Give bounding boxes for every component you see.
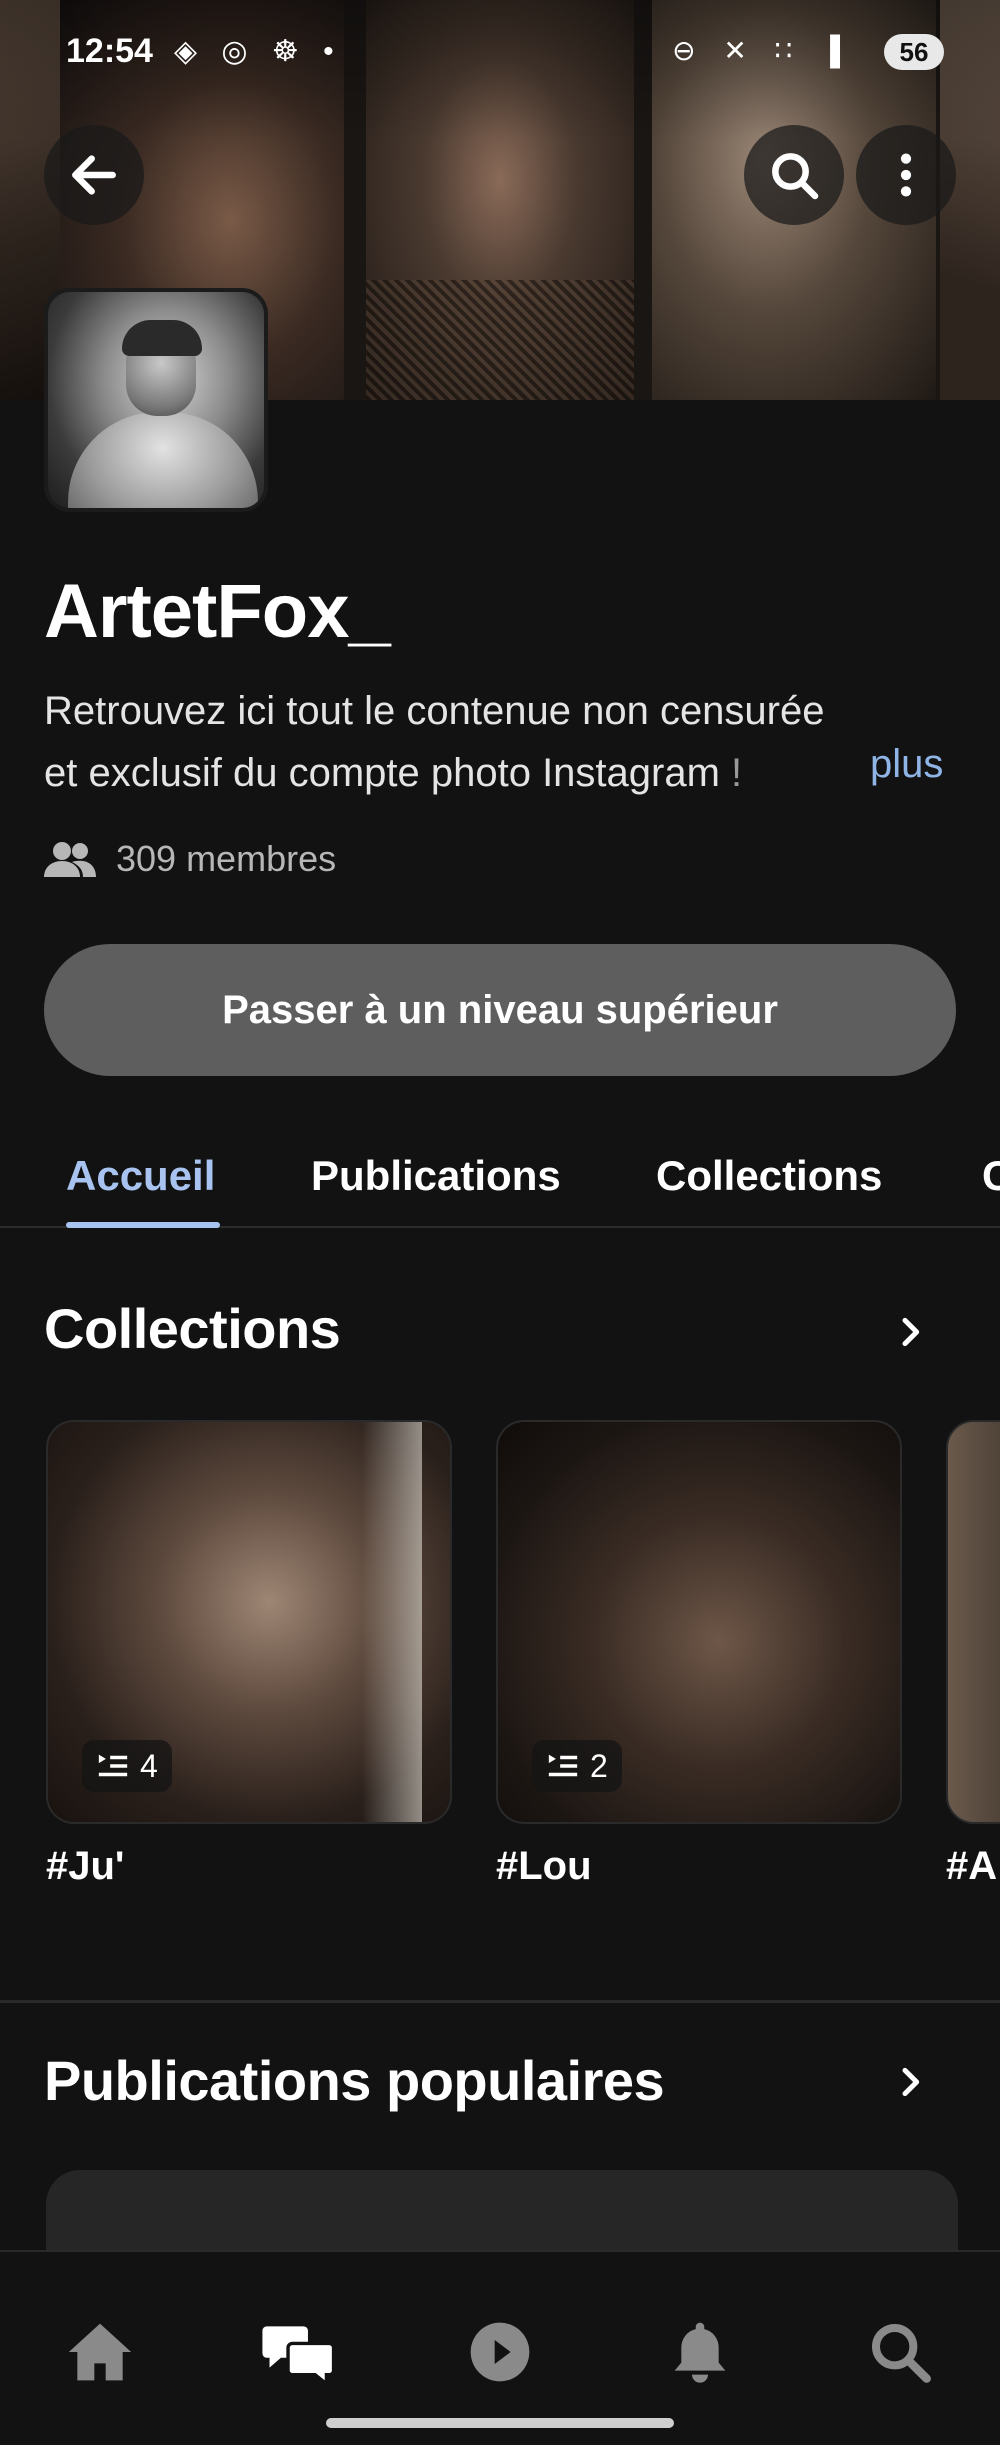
profile-avatar[interactable]: [44, 288, 268, 512]
list-icon: [548, 1754, 578, 1777]
collection-label[interactable]: #Ju': [46, 1844, 124, 1889]
status-time: 12:54: [66, 32, 153, 70]
nav-videos[interactable]: [460, 2312, 540, 2392]
collection-label[interactable]: #A: [946, 1844, 997, 1889]
search-button[interactable]: [744, 125, 844, 225]
popular-section-title: Publications populaires: [44, 2049, 665, 2112]
chat-icon: [262, 2326, 335, 2384]
description-line: Retrouvez ici tout le contenue non censu…: [44, 689, 825, 733]
item-count-badge: 2: [532, 1740, 622, 1792]
battery-indicator: 56: [884, 34, 944, 70]
chevron-right-icon[interactable]: [890, 1312, 930, 1352]
nav-home[interactable]: [60, 2312, 140, 2392]
more-options-button[interactable]: [856, 125, 956, 225]
item-count-badge: 4: [82, 1740, 172, 1792]
description-more-link[interactable]: plus: [870, 742, 943, 787]
section-divider: [0, 2000, 1000, 2003]
status-bar: 12:54 ◈ ◎ ☸ • ⊖ ✕ ∷ ▐ 56: [0, 0, 1000, 100]
profile-description: Retrouvez ici tout le contenue non censu…: [44, 680, 954, 804]
tab-collections[interactable]: Collections: [656, 1152, 882, 1200]
members-count[interactable]: 309 membres: [44, 838, 336, 880]
nav-chat[interactable]: [258, 2312, 338, 2392]
tab-publications[interactable]: Publications: [311, 1152, 561, 1200]
collection-label[interactable]: #Lou: [496, 1844, 592, 1889]
home-icon: [68, 2323, 132, 2381]
collection-card[interactable]: 2: [496, 1420, 902, 1824]
back-button[interactable]: [44, 125, 144, 225]
more-vertical-icon: [900, 153, 912, 197]
search-icon: [872, 2324, 931, 2383]
bell-icon: [674, 2322, 726, 2383]
home-indicator: [326, 2418, 674, 2428]
collection-card[interactable]: [946, 1420, 1000, 1824]
system-icons: ⊖ ✕ ∷ ▐: [672, 35, 850, 66]
active-tab-indicator: [66, 1222, 220, 1228]
members-icon: [44, 842, 96, 877]
tab-accueil[interactable]: Accueil: [66, 1152, 215, 1200]
play-icon: [470, 2322, 530, 2382]
search-icon: [772, 153, 819, 200]
profile-name: ArtetFox_: [44, 569, 391, 654]
bottom-navigation: [0, 2250, 1000, 2445]
nav-search[interactable]: [860, 2312, 940, 2392]
nav-notifications[interactable]: [660, 2312, 740, 2392]
list-icon: [98, 1754, 128, 1777]
back-arrow-icon: [72, 155, 116, 195]
collection-card[interactable]: 4: [46, 1420, 452, 1824]
chevron-right-icon[interactable]: [890, 2062, 930, 2102]
upgrade-button[interactable]: Passer à un niveau supérieur: [44, 944, 956, 1076]
notification-icons: ◈ ◎ ☸ •: [174, 35, 342, 68]
description-line: et exclusif du compte photo Instagram !: [44, 751, 743, 795]
tab-overflow[interactable]: C: [982, 1152, 1000, 1200]
tab-bar: Accueil Publications Collections C: [0, 1140, 1000, 1228]
collections-section-title: Collections: [44, 1297, 341, 1360]
